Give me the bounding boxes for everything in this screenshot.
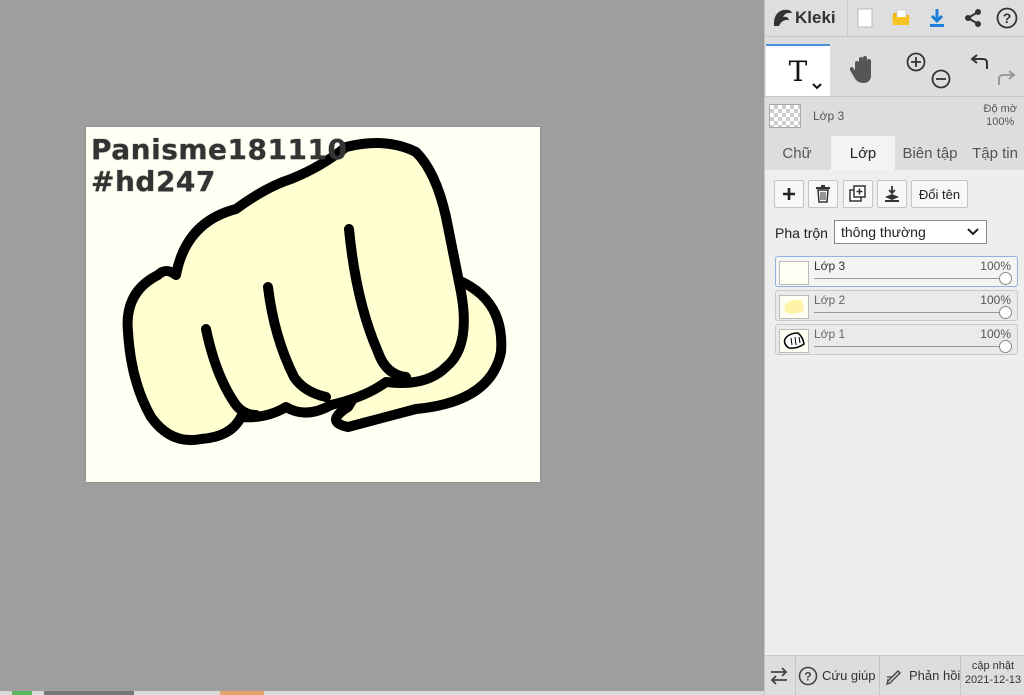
update-info[interactable]: cập nhật 2021-12-13 [961, 659, 1024, 687]
help-link[interactable]: ? Cứu giúp [798, 656, 876, 695]
download-button[interactable] [923, 4, 951, 32]
undo-icon[interactable] [969, 52, 991, 72]
svg-text:?: ? [804, 669, 811, 683]
tab-file[interactable]: Tập tin [965, 136, 1024, 170]
layers-tab-content: Đổi tên Pha trộn thông thường Lớp 3 100%… [765, 170, 1024, 655]
feedback-link[interactable]: Phản hồi [885, 656, 960, 695]
canvas-text-line-2: #hd247 [91, 165, 216, 198]
kleki-logo[interactable]: Kleki [771, 5, 836, 31]
panel-tabs: Chữ Lớp Biên tập Tập tin [765, 136, 1024, 170]
merge-down-button[interactable] [877, 180, 907, 208]
new-file-button[interactable] [851, 4, 879, 32]
chevron-down-icon [967, 228, 979, 236]
canvas-text-line-1: Panisme181110 [91, 133, 348, 166]
add-layer-button[interactable] [774, 180, 804, 208]
new-file-icon [857, 8, 873, 28]
layer-item-3[interactable]: Lớp 3 100% [775, 256, 1018, 287]
layer-opacity-track[interactable] [814, 346, 1005, 347]
layer-thumbnail [779, 295, 809, 319]
text-tool-icon: T [788, 54, 808, 88]
layer-item-2[interactable]: Lớp 2 100% [775, 290, 1018, 321]
feedback-label: Phản hồi [909, 668, 961, 683]
redo-icon[interactable] [995, 68, 1017, 88]
layer-opacity-track[interactable] [814, 278, 1005, 279]
side-panel: Kleki ? T Lớp 3 Độ mờ 100% Chữ Lớp Biên … [764, 0, 1024, 695]
download-icon [930, 9, 944, 27]
layer-thumbnail [779, 329, 809, 353]
current-layer-thumbnail [769, 104, 801, 128]
help-label: Cứu giúp [822, 668, 876, 683]
drawing-canvas[interactable]: Panisme181110 #hd247 [86, 127, 540, 482]
hand-icon [849, 56, 871, 83]
help-button[interactable]: ? [993, 4, 1021, 32]
layer-name: Lớp 3 [814, 259, 846, 273]
layer-thumbnail [779, 261, 809, 285]
layer-opacity-slider-handle[interactable] [999, 306, 1012, 319]
plus-icon [783, 188, 795, 200]
opacity-label: Độ mờ [983, 103, 1018, 115]
current-layer-name: Lớp 3 [813, 109, 845, 123]
update-date: 2021-12-13 [964, 674, 1022, 686]
current-layer-info: Lớp 3 Độ mờ 100% [765, 98, 1024, 134]
layer-opacity: 100% [980, 259, 1011, 273]
layer-opacity-slider-handle[interactable] [999, 272, 1012, 285]
layer-opacity: 100% [980, 293, 1011, 307]
hand-tool[interactable] [831, 44, 895, 96]
taskbar-strip [0, 691, 764, 695]
svg-text:?: ? [1003, 10, 1012, 26]
rename-layer-button[interactable]: Đổi tên [911, 180, 968, 208]
tab-layers[interactable]: Lớp [831, 136, 895, 170]
text-tool[interactable]: T [766, 44, 830, 96]
bottom-bar: ? Cứu giúp Phản hồi cập nhật 2021-12-13 [765, 655, 1024, 695]
delete-layer-button[interactable] [808, 180, 838, 208]
canvas-area[interactable]: Panisme181110 #hd247 [0, 0, 764, 695]
layer-item-1[interactable]: Lớp 1 100% [775, 324, 1018, 355]
zoom-controls [896, 44, 960, 96]
blend-mode-value: thông thường [841, 224, 926, 240]
opacity-value: 100% [986, 116, 1015, 128]
tab-text[interactable]: Chữ [765, 136, 829, 170]
blend-mode-label: Pha trộn [775, 225, 828, 241]
app-name: Kleki [795, 8, 836, 27]
duplicate-layer-button[interactable] [843, 180, 873, 208]
trash-icon [816, 185, 830, 203]
share-icon [965, 9, 981, 27]
zoom-in-icon[interactable] [905, 51, 927, 73]
tool-row: T [765, 44, 1024, 97]
open-folder-icon [892, 9, 910, 25]
pencil-note-icon [885, 669, 901, 685]
history-controls [961, 44, 1024, 96]
tab-edit[interactable]: Biên tập [896, 136, 964, 170]
current-layer-opacity: Độ mờ 100% [984, 103, 1018, 129]
layer-opacity-track[interactable] [814, 312, 1005, 313]
help-icon: ? [996, 7, 1018, 29]
share-button[interactable] [959, 4, 987, 32]
layer-name: Lớp 1 [814, 327, 846, 341]
top-toolbar: Kleki ? [765, 0, 1024, 37]
swap-panel-button[interactable] [769, 656, 793, 695]
update-label: cập nhật [971, 660, 1015, 672]
zoom-out-icon[interactable] [930, 68, 952, 90]
layer-opacity-slider-handle[interactable] [999, 340, 1012, 353]
merge-down-icon [885, 186, 899, 202]
layer-opacity: 100% [980, 327, 1011, 341]
layer-name: Lớp 2 [814, 293, 846, 307]
duplicate-icon [849, 185, 866, 202]
open-file-button[interactable] [887, 4, 915, 32]
kleki-logo-icon [773, 9, 792, 27]
swap-arrows-icon [770, 666, 788, 685]
chevron-down-icon [812, 83, 822, 90]
help-icon: ? [798, 666, 818, 685]
blend-mode-select[interactable]: thông thường [834, 220, 987, 244]
